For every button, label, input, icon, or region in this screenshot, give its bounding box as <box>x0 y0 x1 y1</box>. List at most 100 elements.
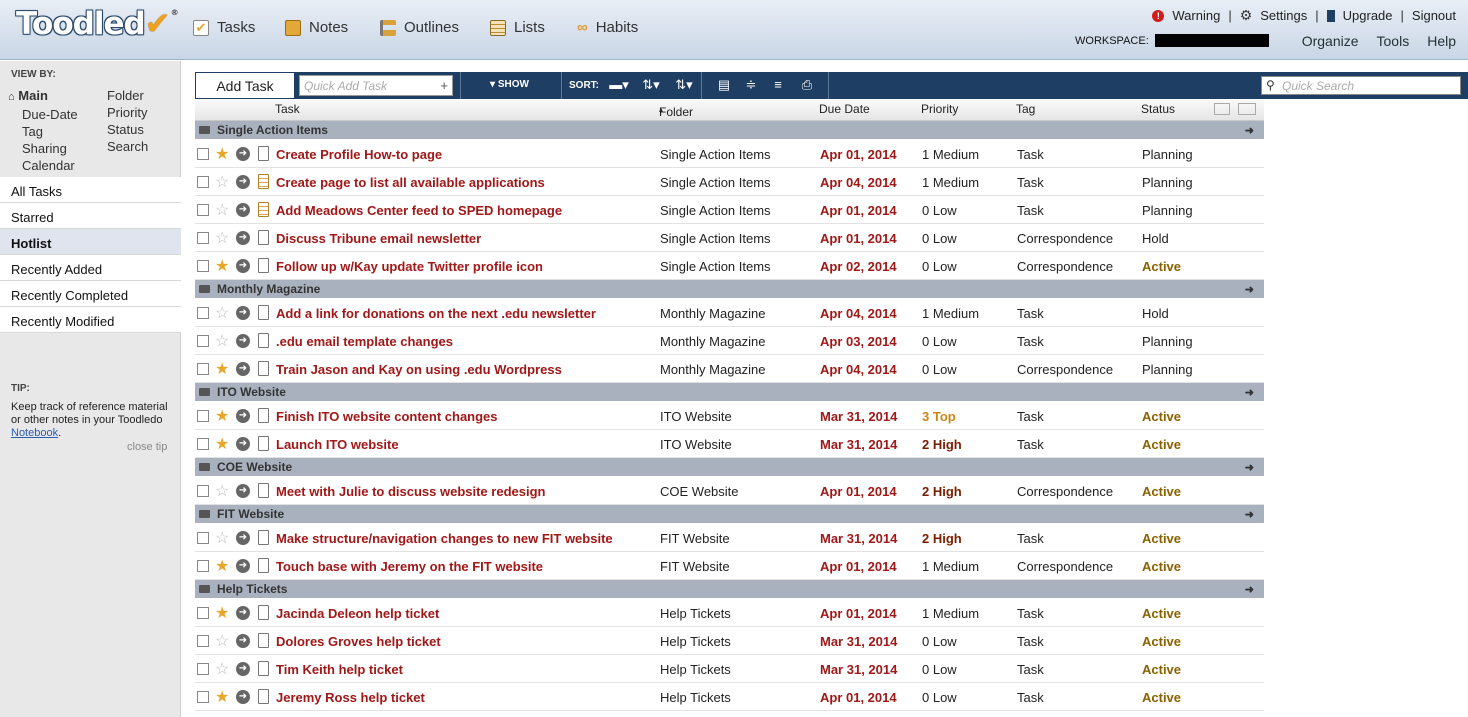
arrow-right-icon[interactable]: ➜ <box>1245 583 1254 596</box>
task-name[interactable]: Launch ITO website <box>276 437 399 452</box>
complete-checkbox[interactable] <box>197 691 209 703</box>
note-icon[interactable] <box>258 258 269 273</box>
star-icon[interactable]: ☆ <box>215 631 229 651</box>
task-status[interactable]: Active <box>1142 484 1181 499</box>
folder-group-header[interactable]: COE Website ➜ <box>195 458 1264 477</box>
task-priority[interactable]: 0 Low <box>922 231 957 246</box>
task-tag[interactable]: Task <box>1017 634 1044 649</box>
note-icon[interactable] <box>258 633 269 648</box>
task-priority[interactable]: 0 Low <box>922 362 957 377</box>
settings-link[interactable]: Settings <box>1260 8 1307 23</box>
notebook-link[interactable]: Notebook <box>11 427 58 439</box>
task-priority[interactable]: 1 Medium <box>922 147 979 162</box>
sidebar-item-recently-added[interactable]: Recently Added <box>0 255 181 281</box>
view-due-date[interactable]: Due-Date <box>8 106 78 123</box>
repeat-arrow-icon[interactable]: ➜ <box>236 147 250 161</box>
task-due-date[interactable]: Apr 01, 2014 <box>820 559 897 574</box>
task-tag[interactable]: Task <box>1017 437 1044 452</box>
complete-checkbox[interactable] <box>197 532 209 544</box>
task-tag[interactable]: Correspondence <box>1017 484 1113 499</box>
task-name[interactable]: Add a link for donations on the next .ed… <box>276 306 596 321</box>
task-status[interactable]: Active <box>1142 634 1181 649</box>
task-tag[interactable]: Correspondence <box>1017 362 1113 377</box>
repeat-arrow-icon[interactable]: ➜ <box>236 306 250 320</box>
star-icon[interactable]: ☆ <box>215 200 229 220</box>
task-folder[interactable]: Monthly Magazine <box>660 362 766 377</box>
close-tip-link[interactable]: close tip <box>127 441 167 453</box>
note-icon[interactable] <box>258 661 269 676</box>
star-icon[interactable]: ★ <box>215 556 229 576</box>
column-width-icon[interactable] <box>1214 103 1230 115</box>
task-folder[interactable]: Single Action Items <box>660 259 771 274</box>
view-priority[interactable]: Priority <box>107 104 148 121</box>
task-folder[interactable]: Monthly Magazine <box>660 334 766 349</box>
task-tag[interactable]: Task <box>1017 409 1044 424</box>
repeat-arrow-icon[interactable]: ➜ <box>236 484 250 498</box>
complete-checkbox[interactable] <box>197 148 209 160</box>
collapse-icon[interactable]: ≑ <box>743 77 759 93</box>
view-tag[interactable]: Tag <box>8 123 78 140</box>
task-folder[interactable]: Single Action Items <box>660 203 771 218</box>
task-tag[interactable]: Task <box>1017 531 1044 546</box>
task-due-date[interactable]: Apr 03, 2014 <box>820 334 897 349</box>
task-tag[interactable]: Task <box>1017 203 1044 218</box>
task-folder[interactable]: ITO Website <box>660 409 732 424</box>
show-dropdown[interactable]: ▾ SHOW <box>490 79 529 90</box>
folder-group-header[interactable]: Help Tickets ➜ <box>195 580 1264 599</box>
toodledo-logo[interactable]: Toodled✔ ® <box>16 6 179 42</box>
complete-checkbox[interactable] <box>197 204 209 216</box>
task-tag[interactable]: Task <box>1017 147 1044 162</box>
star-icon[interactable]: ★ <box>215 144 229 164</box>
task-priority[interactable]: 2 High <box>922 484 962 499</box>
column-header-status[interactable]: Status <box>1141 102 1175 116</box>
task-folder[interactable]: ITO Website <box>660 437 732 452</box>
column-header-due-date[interactable]: Due Date <box>819 102 870 116</box>
task-tag[interactable]: Task <box>1017 690 1044 705</box>
note-icon[interactable] <box>258 230 269 245</box>
task-due-date[interactable]: Mar 31, 2014 <box>820 634 897 649</box>
note-icon[interactable] <box>258 483 269 498</box>
repeat-arrow-icon[interactable]: ➜ <box>236 259 250 273</box>
star-icon[interactable]: ☆ <box>215 481 229 501</box>
view-status[interactable]: Status <box>107 121 148 138</box>
repeat-arrow-icon[interactable]: ➜ <box>236 559 250 573</box>
tools-menu[interactable]: Tools <box>1377 33 1410 49</box>
task-name[interactable]: Tim Keith help ticket <box>276 662 403 677</box>
complete-checkbox[interactable] <box>197 663 209 675</box>
task-name[interactable]: Jeremy Ross help ticket <box>276 690 425 705</box>
view-calendar[interactable]: Calendar <box>8 157 78 174</box>
arrow-right-icon[interactable]: ➜ <box>1245 461 1254 474</box>
complete-checkbox[interactable] <box>197 232 209 244</box>
star-icon[interactable]: ☆ <box>215 172 229 192</box>
star-icon[interactable]: ☆ <box>215 331 229 351</box>
repeat-arrow-icon[interactable]: ➜ <box>236 334 250 348</box>
task-tag[interactable]: Correspondence <box>1017 559 1113 574</box>
task-priority[interactable]: 0 Low <box>922 203 957 218</box>
repeat-arrow-icon[interactable]: ➜ <box>236 606 250 620</box>
task-tag[interactable]: Task <box>1017 606 1044 621</box>
task-name[interactable]: Finish ITO website content changes <box>276 409 498 424</box>
task-tag[interactable]: Correspondence <box>1017 259 1113 274</box>
print-list-icon[interactable]: ▤ <box>716 77 732 93</box>
sort-priority-icon[interactable]: ⇅▾ <box>640 77 662 93</box>
sidebar-item-all-tasks[interactable]: All Tasks <box>0 177 181 203</box>
task-name[interactable]: Meet with Julie to discuss website redes… <box>276 484 545 499</box>
complete-checkbox[interactable] <box>197 635 209 647</box>
task-tag[interactable]: Task <box>1017 175 1044 190</box>
view-main[interactable]: ⌂ Main <box>8 87 78 106</box>
view-folder[interactable]: Folder <box>107 87 148 104</box>
complete-checkbox[interactable] <box>197 335 209 347</box>
task-priority[interactable]: 2 High <box>922 531 962 546</box>
task-status[interactable]: Active <box>1142 606 1181 621</box>
complete-checkbox[interactable] <box>197 307 209 319</box>
task-tag[interactable]: Task <box>1017 662 1044 677</box>
task-status[interactable]: Active <box>1142 662 1181 677</box>
column-header-task[interactable]: Task <box>275 102 300 116</box>
quick-search-input[interactable]: ⚲ Quick Search <box>1261 76 1461 95</box>
note-icon[interactable] <box>258 361 269 376</box>
sort-secondary-icon[interactable]: ⇅▾ <box>673 77 695 93</box>
task-priority[interactable]: 3 Top <box>922 409 956 424</box>
add-task-button[interactable]: Add Task <box>195 72 295 99</box>
repeat-arrow-icon[interactable]: ➜ <box>236 409 250 423</box>
columns-settings-icon[interactable] <box>1238 103 1256 115</box>
